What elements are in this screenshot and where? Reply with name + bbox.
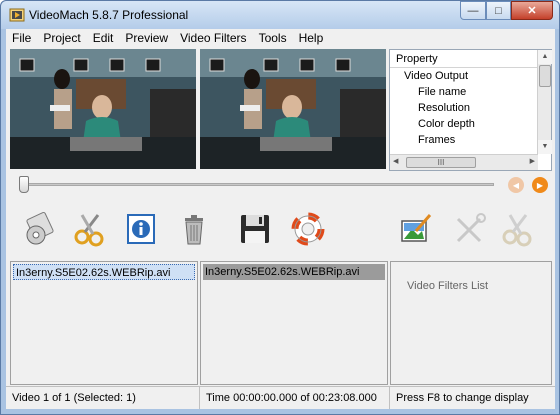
status-time: Time 00:00:00.000 of 00:23:08.000 — [200, 387, 390, 409]
scroll-right-icon[interactable]: ▶ — [530, 157, 535, 165]
status-hint: Press F8 to change display — [396, 392, 529, 404]
vertical-scroll-thumb[interactable] — [539, 65, 551, 87]
property-header[interactable]: Property — [390, 50, 538, 68]
minimize-button[interactable]: — — [460, 1, 486, 20]
menu-help[interactable]: Help — [293, 31, 330, 45]
window-title: VideoMach 5.8.7 Professional — [29, 8, 189, 22]
delete-icon[interactable] — [176, 211, 212, 247]
scroll-down-icon[interactable]: ▼ — [538, 140, 552, 154]
open-media-icon[interactable] — [22, 211, 58, 247]
property-color-depth[interactable]: Color depth — [390, 116, 551, 132]
input-file-list[interactable]: In3erny.S5E02.62s.WEBRip.avi — [10, 261, 198, 385]
input-file-item[interactable]: In3erny.S5E02.62s.WEBRip.avi — [13, 264, 195, 280]
menu-bar: File Project Edit Preview Video Filters … — [6, 29, 555, 47]
scissors-disabled-icon — [502, 214, 532, 247]
previous-frame-button[interactable]: ◀ — [508, 177, 524, 193]
timeline-track[interactable] — [20, 183, 494, 186]
close-button[interactable]: ✕ — [511, 1, 553, 20]
property-video-output[interactable]: Video Output — [390, 68, 551, 84]
property-vertical-scrollbar[interactable]: ▲ ▼ — [537, 50, 552, 154]
info-icon[interactable] — [124, 211, 160, 247]
app-window: VideoMach 5.8.7 Professional — □ ✕ File … — [0, 0, 560, 415]
scroll-left-icon[interactable]: ◀ — [393, 157, 398, 165]
edit-image-icon[interactable] — [398, 211, 434, 247]
horizontal-scroll-thumb[interactable]: III — [406, 157, 476, 168]
menu-edit[interactable]: Edit — [87, 31, 120, 45]
output-video-preview[interactable] — [200, 49, 386, 169]
scroll-up-icon[interactable]: ▲ — [538, 50, 552, 64]
property-frames[interactable]: Frames — [390, 132, 551, 148]
status-video-count: Video 1 of 1 (Selected: 1) — [6, 387, 200, 409]
app-icon — [9, 8, 25, 22]
property-resolution[interactable]: Resolution — [390, 100, 551, 116]
output-file-item[interactable]: In3erny.S5E02.62s.WEBRip.avi — [203, 264, 385, 280]
video-filters-label: Video Filters List — [407, 280, 489, 292]
help-lifebuoy-icon[interactable] — [290, 211, 326, 247]
menu-video-filters[interactable]: Video Filters — [174, 31, 252, 45]
next-frame-button[interactable]: ▶ — [532, 177, 548, 193]
menu-tools[interactable]: Tools — [253, 31, 293, 45]
main-area: Property Video Output File name Resoluti… — [6, 47, 555, 409]
input-video-preview[interactable] — [10, 49, 196, 169]
tools-icon — [456, 213, 486, 243]
save-icon[interactable] — [237, 211, 273, 247]
menu-preview[interactable]: Preview — [119, 31, 174, 45]
maximize-button[interactable]: □ — [486, 1, 511, 20]
property-panel: Property Video Output File name Resoluti… — [389, 49, 552, 171]
status-bar: Video 1 of 1 (Selected: 1) Time 00:00:00… — [6, 386, 555, 409]
title-bar[interactable]: VideoMach 5.8.7 Professional — □ ✕ — [1, 1, 559, 29]
menu-project[interactable]: Project — [37, 31, 86, 45]
menu-file[interactable]: File — [6, 31, 37, 45]
property-file-name[interactable]: File name — [390, 84, 551, 100]
property-horizontal-scrollbar[interactable]: ◀ III ▶ — [390, 154, 538, 170]
output-file-list[interactable]: In3erny.S5E02.62s.WEBRip.avi — [200, 261, 388, 385]
cut-icon[interactable] — [72, 211, 108, 247]
timeline-slider-thumb[interactable] — [19, 176, 29, 193]
